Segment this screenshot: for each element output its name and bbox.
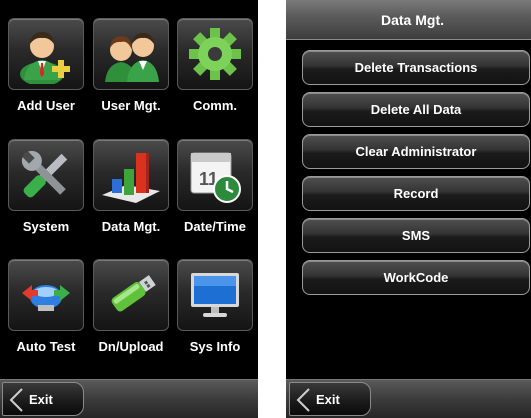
user-mgt-tile[interactable] <box>93 18 169 90</box>
bar-chart-icon <box>102 153 160 203</box>
comm-tile[interactable] <box>177 18 253 90</box>
data-mgt-tile[interactable] <box>93 139 169 211</box>
exit-button[interactable]: Exit <box>289 382 371 416</box>
clear-administrator-button[interactable]: Clear Administrator <box>302 134 530 169</box>
page-title: Data Mgt. <box>286 0 531 40</box>
sys-info-tile[interactable] <box>177 259 253 331</box>
workcode-button[interactable]: WorkCode <box>302 260 530 295</box>
users-icon <box>105 33 159 82</box>
system-label: System <box>22 219 70 234</box>
user-mgt-label: User Mgt. <box>101 98 161 113</box>
dn-upload-tile[interactable] <box>93 259 169 331</box>
chevron-left-icon <box>9 388 23 412</box>
arrows-cycle-icon <box>22 285 70 311</box>
main-menu-screen: Add User User Mgt. Comm. System Data Mgt… <box>0 0 258 418</box>
add-user-tile[interactable] <box>8 18 84 90</box>
add-user-label: Add User <box>17 98 75 113</box>
wrench-screwdriver-icon <box>21 150 68 198</box>
calendar-clock-icon: 11 <box>190 152 241 203</box>
date-time-label: Date/Time <box>184 219 246 234</box>
exit-label: Exit <box>29 391 53 407</box>
chevron-left-icon <box>296 388 310 412</box>
system-tile[interactable] <box>8 139 84 211</box>
gear-icon <box>189 28 241 80</box>
delete-all-data-button[interactable]: Delete All Data <box>302 92 530 127</box>
comm-label: Comm. <box>192 98 238 113</box>
dn-upload-label: Dn/Upload <box>98 339 164 354</box>
exit-button[interactable]: Exit <box>2 382 84 416</box>
exit-label: Exit <box>316 391 340 407</box>
usb-drive-icon <box>111 275 156 312</box>
record-button[interactable]: Record <box>302 176 530 211</box>
auto-test-tile[interactable] <box>8 259 84 331</box>
date-time-tile[interactable]: 11 <box>177 139 253 211</box>
add-user-icon <box>20 32 70 84</box>
data-mgt-label: Data Mgt. <box>101 219 161 234</box>
monitor-icon <box>191 273 239 317</box>
sys-info-label: Sys Info <box>189 339 241 354</box>
delete-transactions-button[interactable]: Delete Transactions <box>302 50 530 85</box>
sms-button[interactable]: SMS <box>302 218 530 253</box>
auto-test-label: Auto Test <box>16 339 76 354</box>
data-mgt-screen: Data Mgt. Delete Transactions Delete All… <box>286 0 531 418</box>
